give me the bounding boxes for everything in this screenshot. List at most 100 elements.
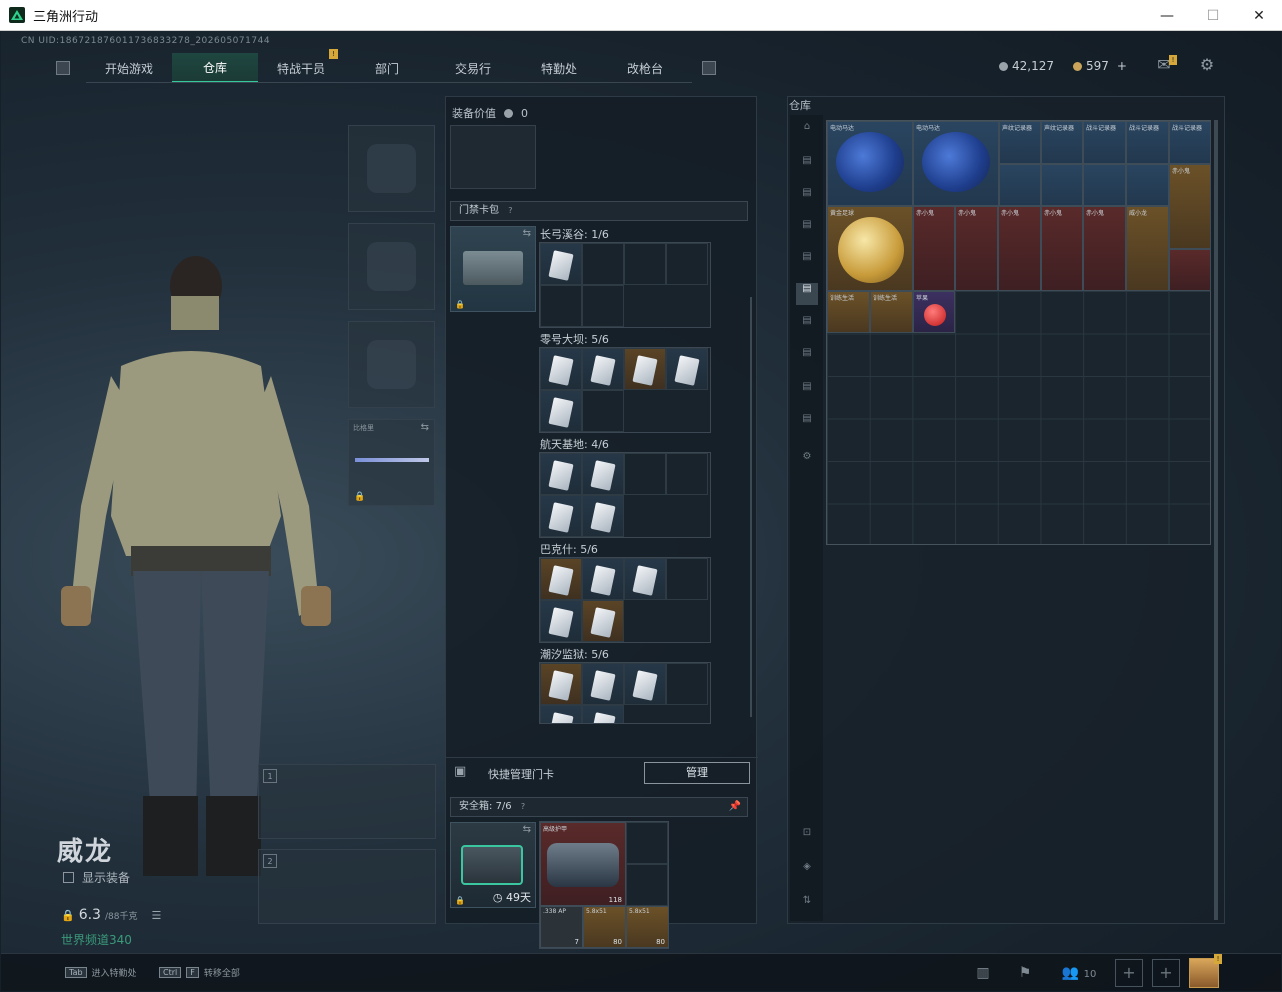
warehouse-tab-icon[interactable]: ▤	[796, 381, 818, 403]
warehouse-item[interactable]: 赤小鬼	[1041, 206, 1083, 291]
armor-slot[interactable]	[348, 223, 435, 310]
help-icon[interactable]: ?	[521, 802, 525, 811]
empty-slot[interactable]	[666, 558, 708, 600]
transfer-icon[interactable]: ⇅	[796, 895, 818, 917]
warehouse-item[interactable]: 苹果	[913, 291, 955, 333]
stats-icon[interactable]: ▥	[971, 961, 995, 985]
primary-weapon-slot[interactable]: 1	[258, 764, 436, 839]
nav-next-icon[interactable]	[702, 61, 716, 75]
empty-slot[interactable]	[626, 822, 668, 864]
warehouse-item[interactable]	[1083, 164, 1126, 206]
keycard-slot[interactable]	[624, 558, 666, 600]
empty-slot[interactable]	[666, 243, 708, 285]
sort-icon[interactable]: ⊡	[796, 827, 818, 849]
swap-icon[interactable]: ⇆	[523, 824, 531, 835]
show-equipment-toggle[interactable]: 显示装备	[63, 869, 130, 886]
warehouse-item[interactable]: 声纹记录器	[999, 121, 1041, 164]
tab-operators[interactable]: 特战干员!	[258, 49, 344, 83]
swap-icon[interactable]: ⇆	[523, 228, 531, 239]
ammo-box[interactable]: .338 AP 7	[540, 906, 583, 948]
keycard-slot[interactable]	[624, 663, 666, 705]
list-icon[interactable]: ☰	[151, 909, 161, 922]
pin-icon[interactable]: 📌	[729, 798, 741, 816]
warehouse-tab-icon[interactable]: ▤	[796, 155, 818, 177]
warehouse-item[interactable]: 赤小鬼	[1169, 164, 1211, 249]
empty-slot[interactable]	[626, 864, 668, 906]
keycard-slot[interactable]	[540, 495, 582, 537]
warehouse-item[interactable]: 电动马达	[913, 121, 999, 206]
keycard-slot[interactable]	[582, 600, 624, 642]
warehouse-tab-icon[interactable]: ▤	[796, 251, 818, 273]
tab-gunsmith[interactable]: 改枪台	[602, 53, 688, 83]
help-icon[interactable]: ?	[508, 206, 512, 215]
add-teammate-button[interactable]: +	[1152, 959, 1180, 987]
add-teammate-button[interactable]: +	[1115, 959, 1143, 987]
nav-prev-icon[interactable]	[56, 61, 70, 75]
warehouse-item[interactable]	[1169, 249, 1211, 291]
gear-icon[interactable]: ⚙	[796, 451, 818, 473]
manage-button[interactable]: 管理	[644, 762, 750, 784]
layers-icon[interactable]: ◈	[796, 861, 818, 883]
tab-warehouse[interactable]: 仓库	[172, 53, 258, 83]
keycard-slot[interactable]	[582, 558, 624, 600]
keycard-slot[interactable]	[582, 453, 624, 495]
keycard-slot[interactable]	[540, 243, 582, 285]
ammo-box[interactable]: 5.8x51 80	[583, 906, 626, 948]
warehouse-tab-icon[interactable]: ▤	[796, 187, 818, 209]
warehouse-item[interactable]: 赤小鬼	[955, 206, 998, 291]
warehouse-tab-icon[interactable]: ⌂	[796, 121, 818, 143]
tab-department[interactable]: 部门	[344, 53, 430, 83]
melee-slot[interactable]: 比格里 ⇆ 🔒	[348, 419, 435, 506]
keycard-slot[interactable]	[540, 600, 582, 642]
add-gold-button[interactable]: +	[1117, 59, 1127, 73]
safe-box-item[interactable]: ⇆ 🔒 ◷ 49天	[450, 822, 536, 908]
warehouse-item[interactable]: 战斗记录器	[1169, 121, 1211, 164]
checkbox-icon[interactable]	[63, 872, 74, 883]
swap-icon[interactable]: ⇆	[421, 422, 429, 433]
keycard-slot[interactable]	[582, 348, 624, 390]
helmet-slot[interactable]	[348, 125, 435, 212]
empty-slot[interactable]	[582, 243, 624, 285]
warehouse-item[interactable]: 声纹记录器	[1041, 121, 1083, 164]
flag-icon[interactable]: ⚑	[1013, 961, 1037, 985]
ammo-box[interactable]: 5.8x51 80	[626, 906, 669, 948]
keycard-slot[interactable]	[540, 453, 582, 495]
warehouse-item[interactable]: 电动马达	[827, 121, 913, 206]
gold-currency[interactable]: 597 +	[1073, 59, 1127, 73]
empty-slot[interactable]	[540, 285, 582, 327]
close-button[interactable]: ✕	[1236, 0, 1282, 31]
empty-slot[interactable]	[624, 453, 666, 495]
warehouse-scrollbar[interactable]	[1214, 120, 1218, 920]
keycard-scrollbar[interactable]	[750, 297, 752, 717]
empty-slot[interactable]	[582, 285, 624, 327]
backpack-slot[interactable]	[450, 125, 536, 189]
maximize-button[interactable]: ☐	[1190, 0, 1236, 31]
warehouse-item[interactable]: 赤小鬼	[913, 206, 955, 291]
keycard-slot[interactable]	[540, 705, 582, 723]
warehouse-item[interactable]: 赤小鬼	[1083, 206, 1126, 291]
keycard-slot[interactable]	[540, 390, 582, 432]
gear-icon[interactable]: ⚙	[1196, 55, 1218, 77]
minimize-button[interactable]: —	[1144, 0, 1190, 31]
empty-slot[interactable]	[666, 663, 708, 705]
empty-slot[interactable]	[624, 243, 666, 285]
pistol-slot[interactable]	[348, 321, 435, 408]
warehouse-item[interactable]: 黄金足球	[827, 206, 913, 291]
tab-trading[interactable]: 交易行	[430, 53, 516, 83]
warehouse-item[interactable]: 训练生活	[870, 291, 913, 333]
warehouse-item[interactable]: 战斗记录器	[1083, 121, 1126, 164]
warehouse-tab-icon[interactable]: ▤	[796, 347, 818, 369]
keycard-slot[interactable]	[624, 348, 666, 390]
warehouse-item[interactable]	[1041, 164, 1083, 206]
warehouse-item[interactable]: 训练生活	[827, 291, 870, 333]
warehouse-tab-active-icon[interactable]: ▤	[796, 283, 818, 305]
warehouse-tab-icon[interactable]: ▤	[796, 413, 818, 435]
keycard-slot[interactable]	[540, 558, 582, 600]
keycard-slot[interactable]	[582, 495, 624, 537]
keycard-slot[interactable]	[582, 663, 624, 705]
warehouse-item[interactable]: 赤小鬼	[998, 206, 1041, 291]
friends-icon[interactable]: 👥 10	[1059, 961, 1099, 985]
tab-special-ops[interactable]: 特勤处	[516, 53, 602, 83]
empty-slot[interactable]	[582, 390, 624, 432]
keycard-slot[interactable]	[540, 663, 582, 705]
